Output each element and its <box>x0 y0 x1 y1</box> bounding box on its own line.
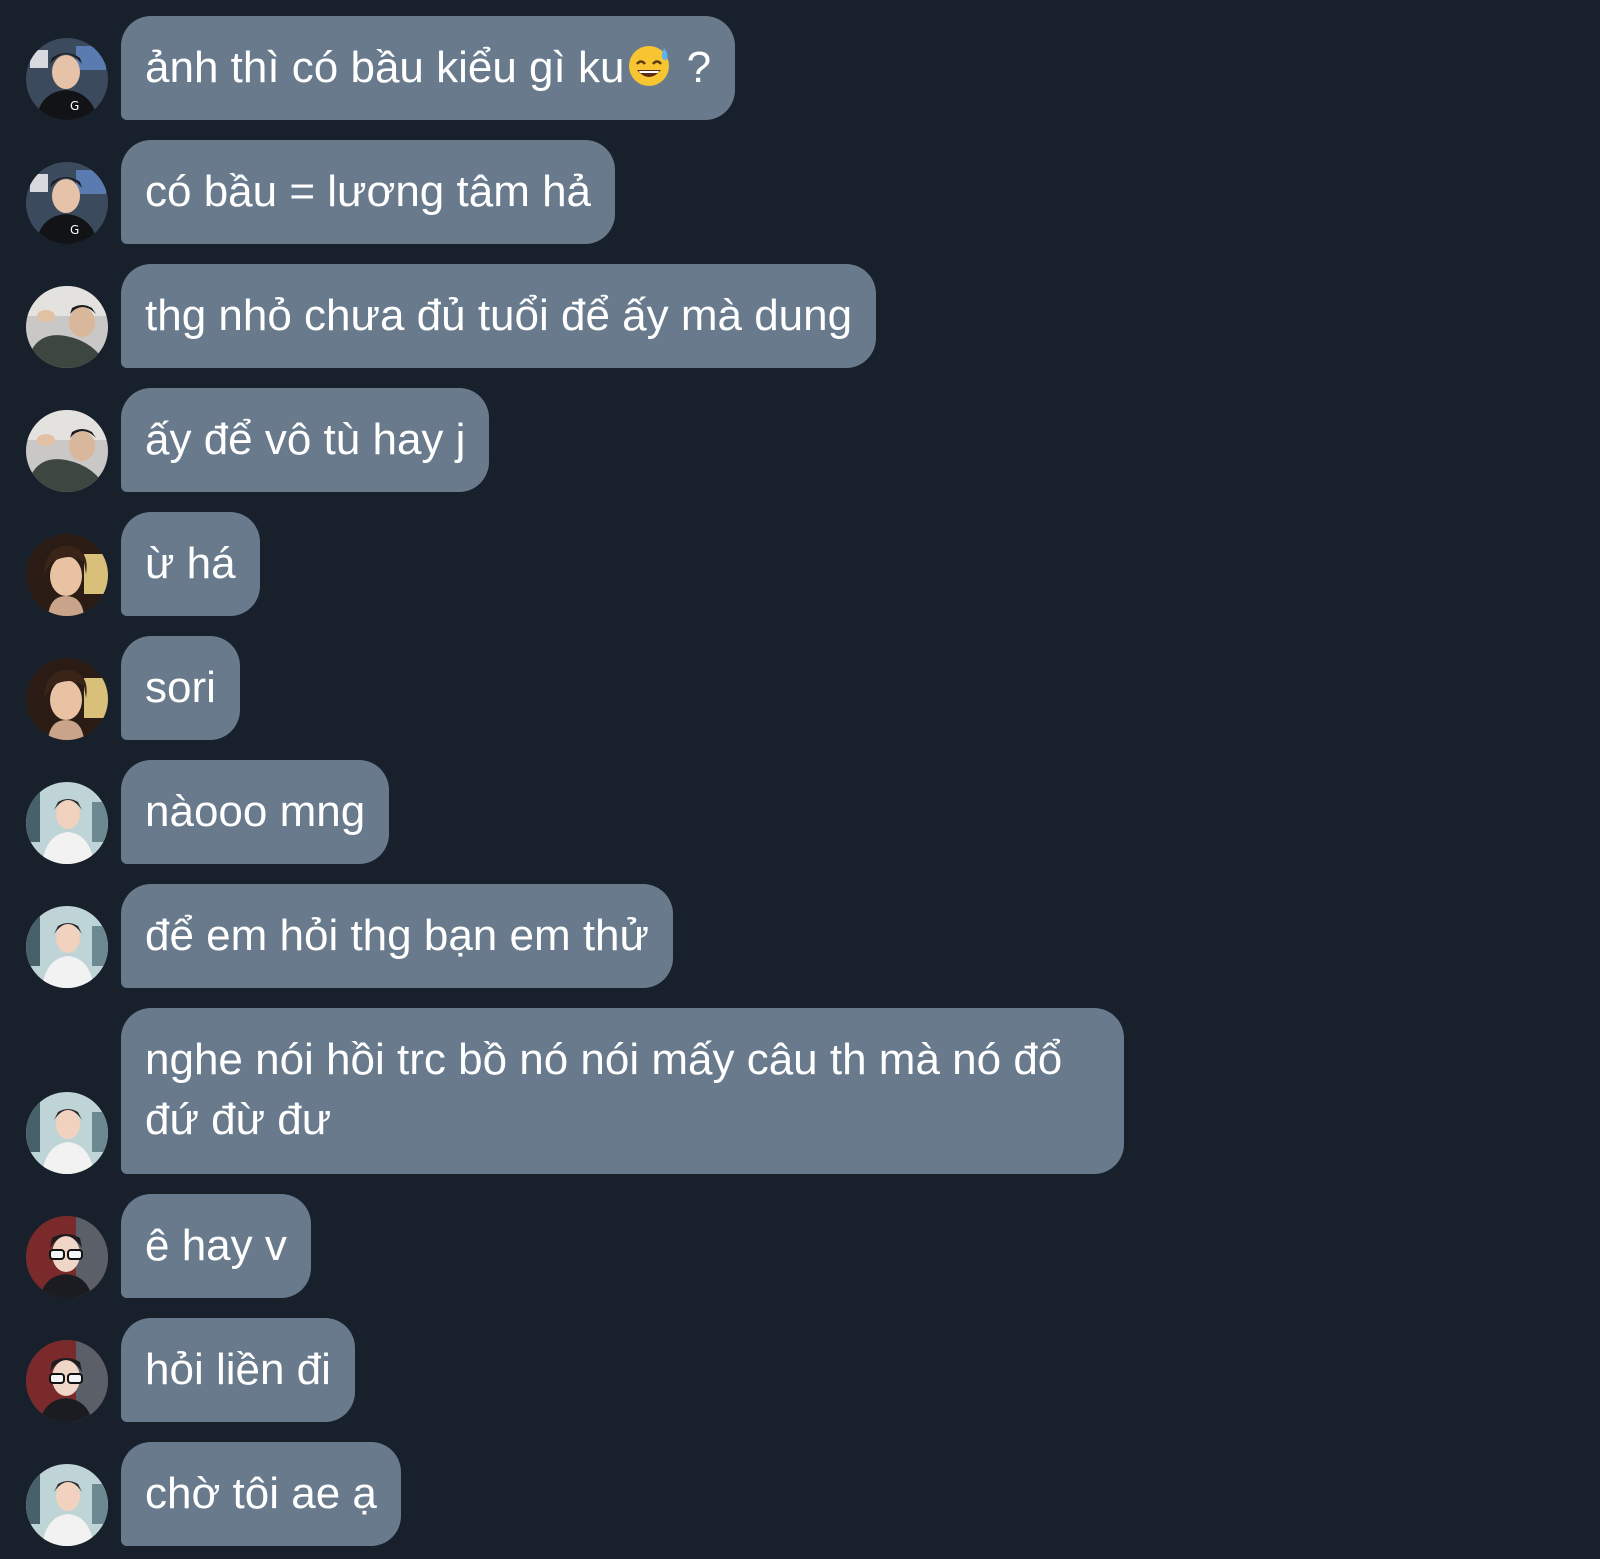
message-text: có bầu = lương tâm hả <box>145 167 592 216</box>
message-row: để em hỏi thg bạn em thử <box>0 884 1600 988</box>
message-row: nghe nói hồi trc bồ nó nói mấy câu th mà… <box>0 1008 1600 1174</box>
avatar-b[interactable] <box>26 410 108 492</box>
message-row: G có bầu = lương tâm hả <box>0 140 1600 244</box>
message-row: nàooo mng <box>0 760 1600 864</box>
avatar-e[interactable] <box>26 1216 108 1298</box>
message-bubble[interactable]: nghe nói hồi trc bồ nó nói mấy câu th mà… <box>121 1008 1124 1174</box>
svg-text:G: G <box>70 99 79 113</box>
message-bubble[interactable]: thg nhỏ chưa đủ tuổi để ấy mà dung <box>121 264 877 368</box>
message-bubble[interactable]: ừ há <box>121 512 260 616</box>
message-row: ừ há <box>0 512 1600 616</box>
avatar-e[interactable] <box>26 1340 108 1422</box>
message-bubble[interactable]: chờ tôi ae ạ <box>121 1442 401 1546</box>
message-row: hỏi liền đi <box>0 1318 1600 1422</box>
message-text: sori <box>145 663 216 712</box>
message-text: chờ tôi ae ạ <box>145 1469 377 1518</box>
avatar-d[interactable] <box>26 782 108 864</box>
avatar-b[interactable] <box>26 286 108 368</box>
message-text: ê hay v <box>145 1221 287 1270</box>
message-row: ấy để vô tù hay j <box>0 388 1600 492</box>
message-text: để em hỏi thg bạn em thử <box>145 911 649 960</box>
avatar-d[interactable] <box>26 1464 108 1546</box>
message-bubble[interactable]: có bầu = lương tâm hả <box>121 140 616 244</box>
message-row: G ảnh thì có bầu kiểu gì ku ? <box>0 16 1600 120</box>
message-bubble[interactable]: ảnh thì có bầu kiểu gì ku ? <box>121 16 736 120</box>
message-suffix: ? <box>674 43 712 92</box>
avatar-c[interactable] <box>26 658 108 740</box>
message-text: thg nhỏ chưa đủ tuổi để ấy mà dung <box>145 291 853 340</box>
sweat-smile-emoji-icon <box>626 42 672 88</box>
svg-text:G: G <box>70 223 79 237</box>
message-text: nàooo mng <box>145 787 366 836</box>
avatar-a[interactable]: G <box>26 162 108 244</box>
avatar-a[interactable]: G <box>26 38 108 120</box>
message-row: thg nhỏ chưa đủ tuổi để ấy mà dung <box>0 264 1600 368</box>
avatar-c[interactable] <box>26 534 108 616</box>
message-text: nghe nói hồi trc bồ nó nói mấy câu th mà… <box>145 1035 1063 1144</box>
message-text: ảnh thì có bầu kiểu gì ku <box>145 43 625 92</box>
avatar-d[interactable] <box>26 1092 108 1174</box>
avatar-d[interactable] <box>26 906 108 988</box>
message-bubble[interactable]: sori <box>121 636 240 740</box>
message-text: ừ há <box>145 539 236 588</box>
message-text: hỏi liền đi <box>145 1345 331 1394</box>
message-row: chờ tôi ae ạ <box>0 1442 1600 1546</box>
message-bubble[interactable]: hỏi liền đi <box>121 1318 355 1422</box>
message-bubble[interactable]: ê hay v <box>121 1194 311 1298</box>
message-row: sori <box>0 636 1600 740</box>
message-bubble[interactable]: ấy để vô tù hay j <box>121 388 490 492</box>
message-bubble[interactable]: nàooo mng <box>121 760 390 864</box>
message-row: ê hay v <box>0 1194 1600 1298</box>
message-bubble[interactable]: để em hỏi thg bạn em thử <box>121 884 673 988</box>
chat-message-list: G ảnh thì có bầu kiểu gì ku ? G có bầu =… <box>0 0 1600 1559</box>
message-text: ấy để vô tù hay j <box>145 415 466 464</box>
